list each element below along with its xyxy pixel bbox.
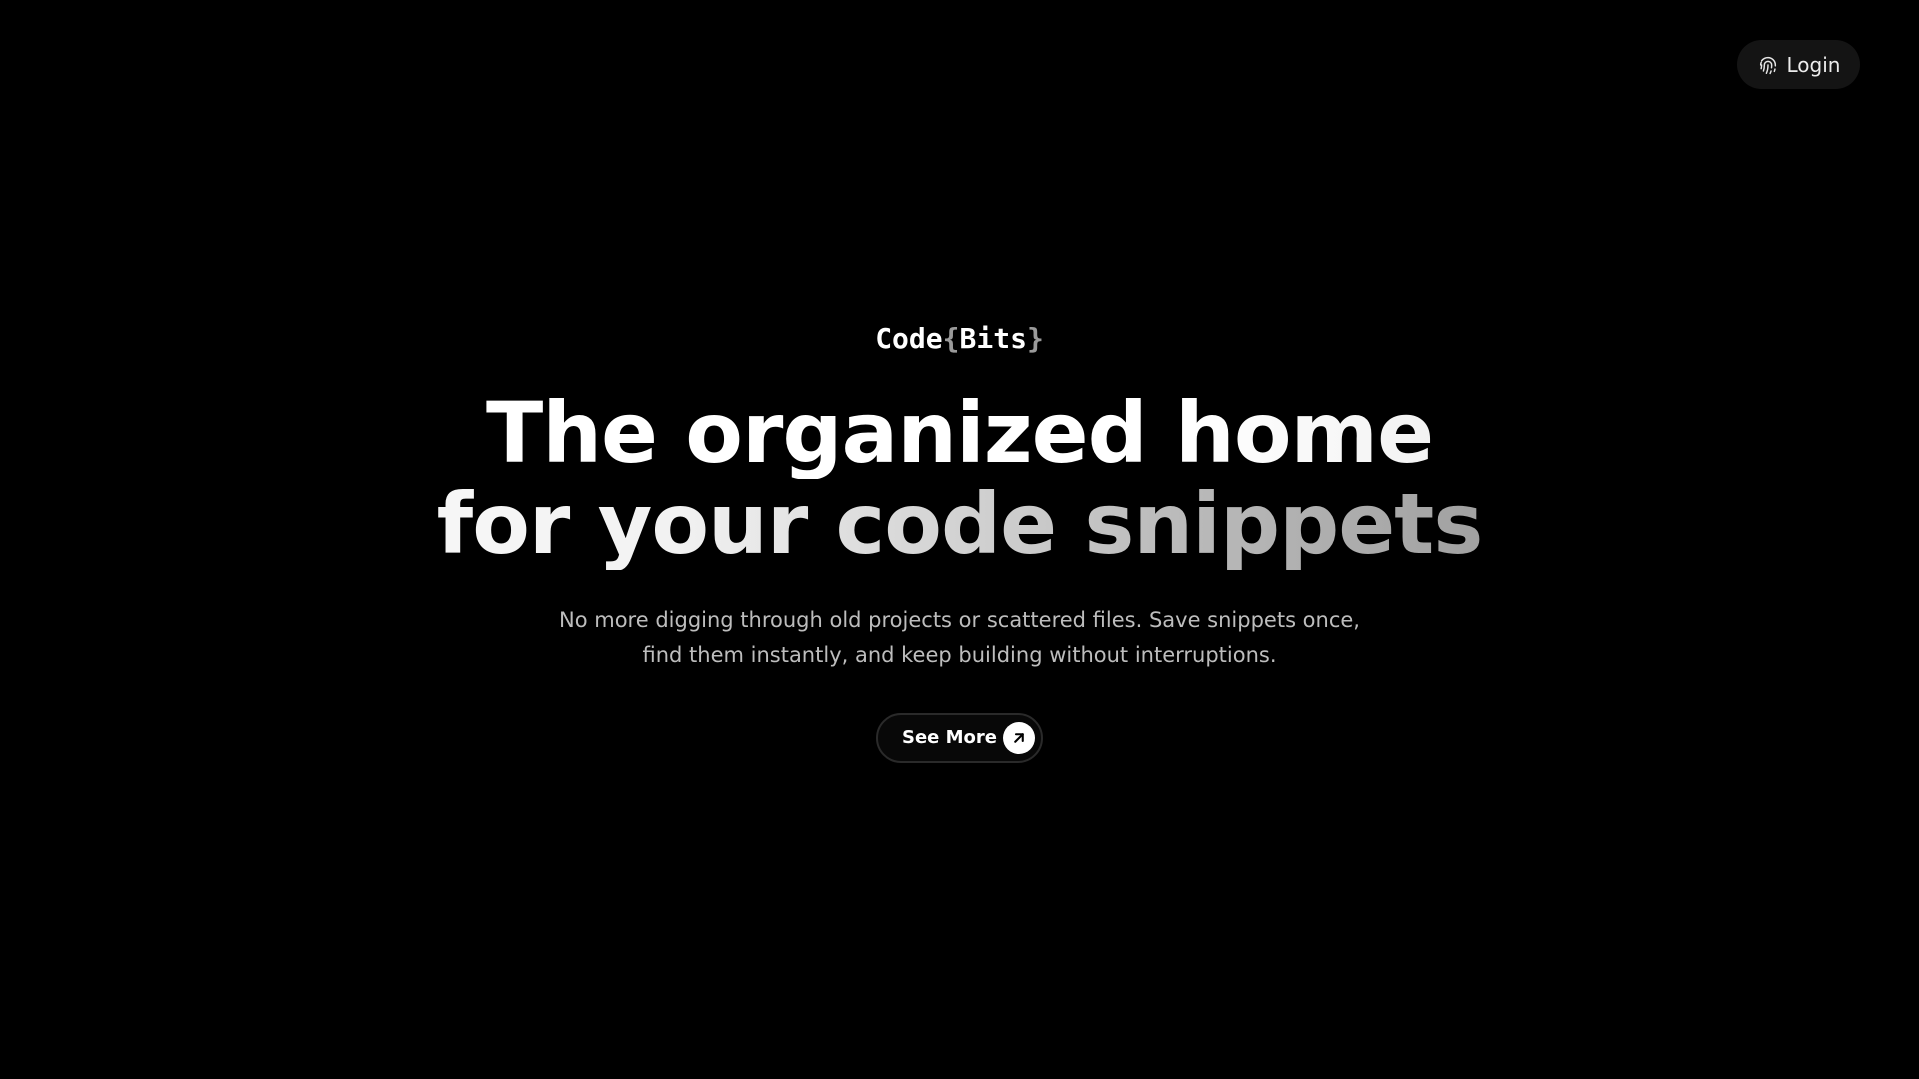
headline-line-1: The organized home <box>0 388 1919 479</box>
brand-close-brace: } <box>1026 322 1044 355</box>
hero-headline: The organized home for your code snippet… <box>0 388 1919 570</box>
brand-logo: Code{Bits} <box>0 319 1919 359</box>
subtitle-line-2: find them instantly, and keep building w… <box>642 643 1277 667</box>
hero-section: Code{Bits} The organized home for your c… <box>0 0 1919 1079</box>
brand-name: Bits <box>959 322 1027 355</box>
see-more-button[interactable]: See More <box>876 713 1043 763</box>
brand-open-brace: { <box>942 322 960 355</box>
headline-line-2: for your code snippets <box>0 479 1919 570</box>
brand-prefix: Code <box>875 322 943 355</box>
hero-subtitle: No more digging through old projects or … <box>0 603 1919 673</box>
subtitle-line-1: No more digging through old projects or … <box>559 608 1360 632</box>
arrow-up-right-icon <box>1003 722 1035 754</box>
see-more-label: See More <box>902 727 998 748</box>
